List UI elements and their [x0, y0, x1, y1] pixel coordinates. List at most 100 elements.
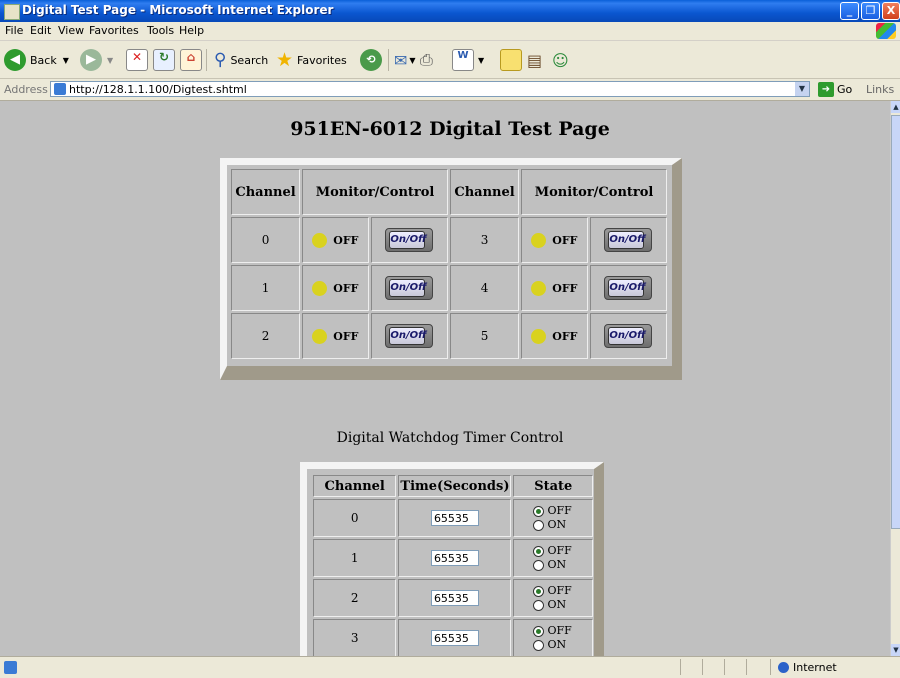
- refresh-button[interactable]: ↻: [153, 47, 175, 73]
- scroll-up-icon[interactable]: ▲: [891, 101, 900, 113]
- history-icon: ⟲: [360, 49, 382, 71]
- state-on-radio[interactable]: ON: [515, 638, 591, 652]
- timeout-input[interactable]: [430, 590, 479, 606]
- research-button[interactable]: ▤: [527, 47, 542, 73]
- folder-icon: [500, 49, 522, 71]
- radio-label: ON: [547, 558, 567, 571]
- on-off-label: On/Off: [389, 327, 426, 345]
- status-text: OFF: [552, 281, 578, 295]
- state-off-radio[interactable]: OFF: [515, 624, 591, 638]
- forward-button[interactable]: ▶ ▼: [80, 47, 113, 73]
- state-on-radio[interactable]: ON: [515, 558, 591, 572]
- menu-help[interactable]: Help: [179, 24, 204, 37]
- favorites-button[interactable]: ★ Favorites: [276, 47, 347, 73]
- state-on-radio[interactable]: ON: [515, 518, 591, 532]
- header-channel: Channel: [231, 169, 301, 215]
- status-indicator: OFF: [302, 313, 369, 359]
- channel-number: 0: [231, 217, 301, 263]
- back-button[interactable]: ◀ Back ▼: [4, 47, 69, 73]
- state-off-radio[interactable]: OFF: [515, 544, 591, 558]
- radio-label: OFF: [547, 624, 572, 637]
- discuss-button[interactable]: [500, 47, 522, 73]
- menu-file[interactable]: File: [5, 24, 23, 37]
- status-indicator: OFF: [521, 265, 588, 311]
- menu-tools[interactable]: Tools: [147, 24, 174, 37]
- close-button[interactable]: X: [882, 2, 900, 20]
- links-button[interactable]: Links: [866, 83, 894, 96]
- go-arrow-icon: ➜: [818, 81, 834, 97]
- mail-button[interactable]: ✉ ▼: [394, 47, 416, 73]
- mail-dropdown-icon[interactable]: ▼: [409, 56, 415, 65]
- menu-edit[interactable]: Edit: [30, 24, 51, 37]
- control-cell: On/Off: [370, 313, 448, 359]
- on-off-button[interactable]: On/Off: [385, 228, 434, 252]
- favorites-label: Favorites: [297, 53, 347, 67]
- edit-dropdown-icon[interactable]: ▼: [478, 56, 484, 65]
- on-off-button[interactable]: On/Off: [604, 228, 653, 252]
- maximize-button[interactable]: ❐: [861, 2, 880, 20]
- channel-number: 4: [449, 265, 520, 311]
- scroll-down-icon[interactable]: ▼: [891, 644, 900, 656]
- status-indicator: OFF: [302, 265, 369, 311]
- state-off-radio[interactable]: OFF: [515, 504, 591, 518]
- edit-word-icon: W: [452, 49, 474, 71]
- go-button[interactable]: ➜ Go: [818, 81, 852, 97]
- back-arrow-icon: ◀: [4, 49, 26, 71]
- header-state: State: [513, 475, 593, 497]
- windows-logo-icon: [876, 23, 896, 39]
- messenger-button[interactable]: ☺: [552, 47, 569, 73]
- home-button[interactable]: ⌂: [180, 47, 202, 73]
- time-cell: [398, 499, 512, 537]
- table-row: 1 OFF ON: [313, 539, 593, 577]
- header-channel: Channel: [449, 169, 520, 215]
- forward-dropdown-icon[interactable]: ▼: [107, 56, 113, 65]
- research-icon: ▤: [527, 50, 543, 70]
- edit-button[interactable]: W ▼: [452, 47, 484, 73]
- control-cell: On/Off: [370, 265, 448, 311]
- back-dropdown-icon[interactable]: ▼: [63, 56, 69, 65]
- radio-label: OFF: [547, 584, 572, 597]
- on-off-button[interactable]: On/Off: [604, 276, 653, 300]
- status-lamp-icon: [312, 280, 328, 296]
- on-off-button[interactable]: On/Off: [604, 324, 653, 348]
- stop-button[interactable]: ✕: [126, 47, 148, 73]
- header-channel: Channel: [313, 475, 397, 497]
- state-cell: OFF ON: [513, 539, 593, 577]
- status-lamp-icon: [531, 232, 547, 248]
- address-label: Address: [4, 83, 48, 96]
- address-dropdown-icon[interactable]: ▼: [795, 82, 809, 96]
- refresh-icon: ↻: [153, 49, 175, 71]
- state-off-radio[interactable]: OFF: [515, 584, 591, 598]
- timeout-input[interactable]: [430, 510, 479, 526]
- address-url[interactable]: http://128.1.1.100/Digtest.shtml: [69, 83, 247, 96]
- address-input[interactable]: http://128.1.1.100/Digtest.shtml ▼: [50, 81, 810, 97]
- radio-selected-icon: [533, 545, 545, 557]
- messenger-icon: ☺: [552, 50, 569, 70]
- status-text: OFF: [333, 281, 359, 295]
- state-on-radio[interactable]: ON: [515, 598, 591, 612]
- vertical-scrollbar[interactable]: ▲ ▼: [890, 101, 900, 656]
- on-off-button[interactable]: On/Off: [385, 324, 434, 348]
- history-button[interactable]: ⟲: [360, 47, 382, 73]
- timeout-input[interactable]: [430, 630, 479, 646]
- minimize-button[interactable]: _: [840, 2, 859, 20]
- watchdog-table: Channel Time(Seconds) State 0 OFF ON 1 O…: [311, 473, 595, 659]
- address-bar: Address http://128.1.1.100/Digtest.shtml…: [0, 79, 900, 101]
- status-lamp-icon: [531, 280, 547, 296]
- radio-empty-icon: [533, 639, 545, 651]
- status-lamp-icon: [312, 232, 328, 248]
- on-off-button[interactable]: On/Off: [385, 276, 434, 300]
- menu-favorites[interactable]: Favorites: [89, 24, 139, 37]
- radio-selected-icon: [533, 585, 545, 597]
- menu-view[interactable]: View: [58, 24, 84, 37]
- header-time: Time(Seconds): [398, 475, 512, 497]
- on-off-label: On/Off: [389, 279, 426, 297]
- print-button[interactable]: ⎙: [420, 47, 433, 73]
- radio-empty-icon: [533, 599, 545, 611]
- status-indicator: OFF: [302, 217, 369, 263]
- scrollbar-thumb[interactable]: [891, 115, 900, 529]
- search-button[interactable]: ⚲ Search: [214, 47, 268, 73]
- timeout-input[interactable]: [430, 550, 479, 566]
- page-status-icon: [4, 661, 17, 674]
- table-row: 0 OFF ON: [313, 499, 593, 537]
